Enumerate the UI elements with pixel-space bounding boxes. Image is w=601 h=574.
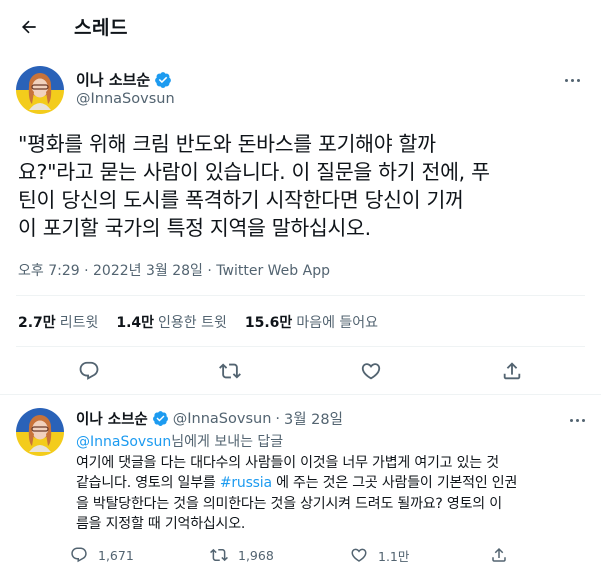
tweet-stats: 2.7만 리트윗 1.4만 인용한 트윗 15.6만 마음에 들어요 [18, 310, 396, 334]
reply-text-line: 여기에 댓글을 다는 대다수의 사람들이 이것을 너무 가볍게 여기고 있는 것 [76, 455, 499, 471]
tweet-text-line: 요?"라고 묻는 사람이 있습니다. 이 질문을 하기 전에, 푸 [18, 160, 490, 184]
tweet-text-line: 틴이 당신의 도시를 폭격하기 시작한다면 당신이 기꺼 [18, 188, 464, 212]
reply-text-segment: 에 주는 것은 그곳 사람들이 기본적인 인권 [271, 475, 518, 492]
back-button[interactable] [14, 12, 44, 42]
tweet-text-line: 이 포기할 국가의 특정 지역을 말하십시오. [18, 216, 371, 240]
reply-likes-count: 1.1만 [378, 548, 410, 564]
thread-header: 스레드 [0, 0, 601, 53]
heart-icon [361, 363, 381, 380]
share-icon [492, 547, 506, 562]
heart-icon [351, 548, 367, 562]
reply-text-line: 을 박탈당한다는 것을 의미한다는 것을 상기시켜 드려도 될까요? 영토의 이 [76, 495, 502, 512]
reply-date[interactable]: 3월 28일 [284, 408, 343, 429]
more-options-button[interactable] [567, 414, 587, 426]
meta-separator: · [275, 410, 280, 427]
tweet-source[interactable]: Twitter Web App [216, 263, 330, 279]
divider [16, 295, 585, 296]
tweet-text-line: "평화를 위해 크림 반도와 돈바스를 포기해야 할까 [18, 132, 436, 156]
hashtag-link[interactable]: #russia [220, 475, 272, 491]
retweet-icon [210, 548, 228, 562]
divider [0, 394, 601, 395]
retweets-label: 리트윗 [59, 315, 99, 331]
tweet-time[interactable]: 오후 7:29 [18, 263, 80, 279]
reply-reply-button[interactable]: 1,671 [70, 540, 134, 570]
reply-icon [79, 361, 99, 380]
avatar[interactable] [16, 66, 64, 114]
reply-replies-count: 1,671 [98, 547, 134, 563]
likes-stat[interactable]: 15.6만 마음에 들어요 [245, 312, 378, 332]
reply-share-button[interactable] [490, 540, 508, 570]
reply-author-row: 이나 소브순 @InnaSovsun · 3월 28일 [76, 408, 343, 429]
reply-retweet-button[interactable]: 1,968 [210, 540, 274, 570]
more-dots-icon [564, 78, 580, 82]
reply-text-line: 같습니다. 영토의 일부를 #russia 에 주는 것은 그곳 사람들이 기본… [76, 473, 576, 493]
tweet-text: "평화를 위해 크림 반도와 돈바스를 포기해야 할까 요?"라고 묻는 사람이… [18, 130, 590, 242]
author-name[interactable]: 이나 소브순 [76, 69, 172, 90]
likes-count: 15.6만 [244, 315, 293, 331]
quotes-stat[interactable]: 1.4만 인용한 트윗 [116, 312, 227, 332]
retweet-icon [219, 363, 241, 379]
likes-label: 마음에 들어요 [296, 315, 379, 331]
meta-separator: · [207, 263, 212, 279]
retweets-count: 2.7만 [18, 315, 56, 331]
tweet-author-row: 이나 소브순 @InnaSovsun [16, 66, 586, 114]
quotes-count: 1.4만 [116, 315, 155, 331]
verified-badge-icon [152, 411, 168, 426]
divider [16, 346, 585, 347]
share-button[interactable] [495, 354, 529, 388]
like-button[interactable] [354, 354, 388, 388]
tweet-date[interactable]: 2022년 3월 28일 [93, 263, 203, 279]
more-dots-icon [569, 418, 585, 422]
retweet-button[interactable] [213, 354, 247, 388]
arrow-left-icon [21, 20, 36, 34]
page-title: 스레드 [74, 17, 128, 39]
reply-author-handle[interactable]: @InnaSovsun [173, 411, 272, 427]
replying-to: @InnaSovsun님에게 보내는 답글 [76, 431, 283, 451]
reply-to-label: 님에게 보내는 답글 [171, 434, 284, 450]
retweets-stat[interactable]: 2.7만 리트윗 [18, 312, 98, 332]
share-icon [503, 362, 521, 380]
reply-text-segment: 같습니다. 영토의 일부를 [76, 475, 220, 492]
quotes-label: 인용한 트윗 [158, 315, 227, 331]
reply-button[interactable] [72, 354, 106, 388]
verified-badge-icon [155, 71, 172, 88]
tweet-timestamp-row: 오후 7:29 · 2022년 3월 28일 · Twitter Web App [18, 260, 330, 280]
reply-like-button[interactable]: 1.1만 [350, 540, 409, 570]
avatar[interactable] [16, 408, 64, 456]
reply-author-name[interactable]: 이나 소브순 [76, 408, 148, 429]
reply-retweets-count: 1,968 [238, 547, 274, 563]
author-handle[interactable]: @InnaSovsun [76, 91, 175, 107]
reply-mention-link[interactable]: @InnaSovsun [76, 434, 171, 450]
reply-icon [71, 547, 87, 563]
reply-text: 여기에 댓글을 다는 대다수의 사람들이 이것을 너무 가볍게 여기고 있는 것… [76, 453, 576, 534]
reply-actions: 1,671 1,968 1.1만 [70, 540, 590, 570]
more-options-button[interactable] [562, 74, 582, 86]
meta-separator: · [84, 263, 89, 279]
reply-text-line: 름을 지정할 때 기억하십시오. [76, 515, 246, 532]
author-name-text[interactable]: 이나 소브순 [76, 69, 150, 90]
tweet-actions [0, 354, 601, 390]
